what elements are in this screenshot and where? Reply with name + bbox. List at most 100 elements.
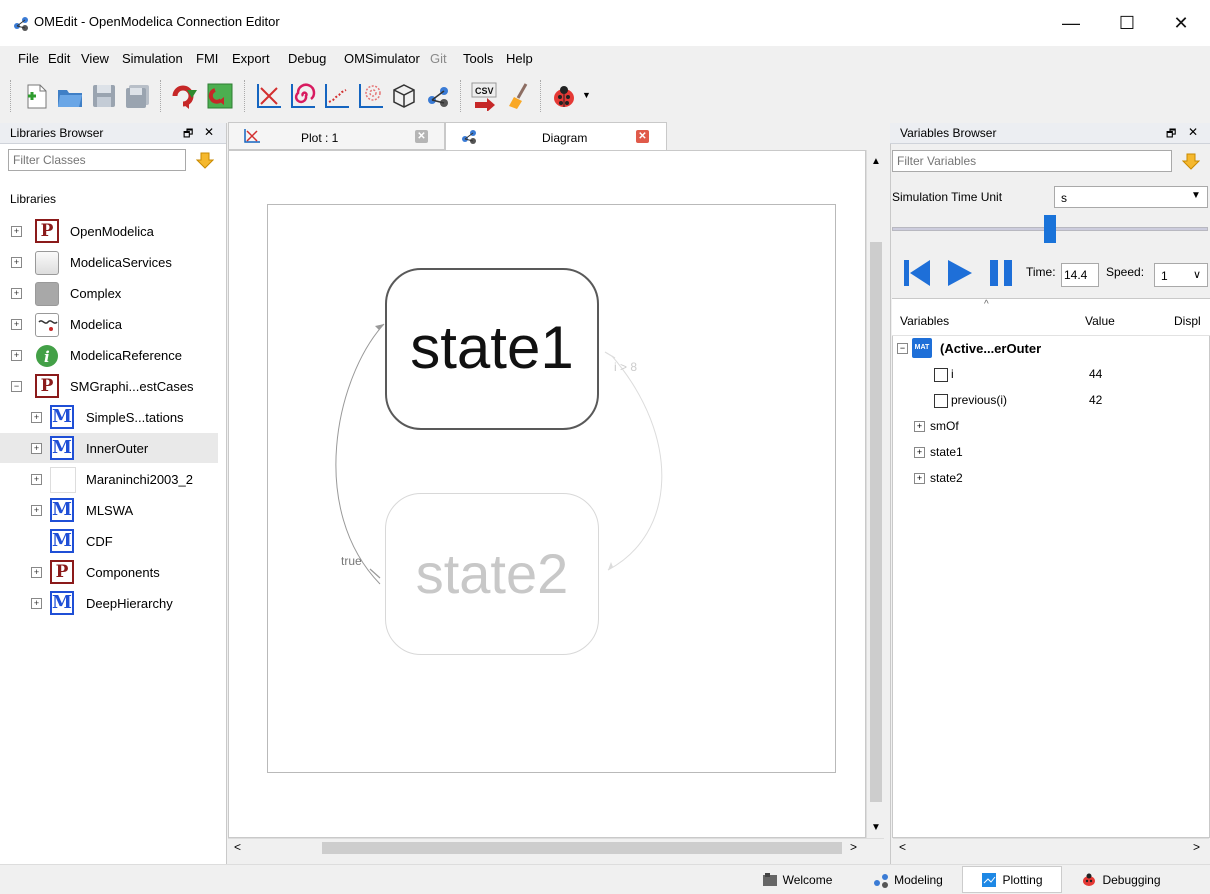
tab-plot-1[interactable]: Plot : 1 ✕ [228,122,445,150]
plot-icon[interactable] [252,80,284,112]
expand-icon[interactable]: + [914,421,925,432]
plot-checkbox[interactable] [934,394,948,408]
menu-help[interactable]: Help [506,51,533,66]
save-all-icon[interactable] [122,80,154,112]
expand-icon[interactable]: + [31,443,42,454]
variable-root[interactable]: − MAT (Active...erOuter [892,336,1210,362]
pause-button[interactable] [988,258,1016,288]
scrollbar-thumb[interactable] [870,242,882,802]
vertical-scrollbar[interactable]: ▲ ▼ [866,150,885,838]
diagram-icon[interactable] [422,80,454,112]
filter-options-icon[interactable] [1182,152,1200,170]
scroll-left-icon[interactable]: < [899,840,906,854]
float-panel-icon[interactable]: 🗗 [1166,125,1176,144]
array-parametric-plot-icon[interactable] [354,80,386,112]
tree-item-modelica[interactable]: + Modelica [0,309,218,339]
expand-icon[interactable]: + [31,598,42,609]
float-panel-icon[interactable]: 🗗 [183,125,193,144]
perspective-modeling[interactable]: Modeling [856,866,960,893]
variable-row-state1[interactable]: + state1 [892,440,1210,466]
scroll-left-icon[interactable]: < [234,840,241,854]
menu-edit[interactable]: Edit [48,51,70,66]
minimize-button[interactable]: — [1048,0,1094,46]
menu-file[interactable]: File [18,51,39,66]
tree-item-modelicaservices[interactable]: + ModelicaServices [0,247,218,277]
scroll-up-icon[interactable]: ▲ [871,156,881,167]
play-button[interactable] [946,258,974,288]
clear-icon[interactable] [504,80,536,112]
filter-options-icon[interactable] [196,151,214,169]
menu-simulation[interactable]: Simulation [122,51,183,66]
collapse-icon[interactable]: − [11,381,22,392]
perspective-debugging[interactable]: Debugging [1064,866,1178,893]
column-display-unit[interactable]: Displ [1174,314,1201,328]
expand-icon[interactable]: + [31,412,42,423]
menu-fmi[interactable]: FMI [196,51,218,66]
tree-item-maraninchi2003-2[interactable]: + Maraninchi2003_2 [0,464,218,494]
expand-icon[interactable]: + [11,226,22,237]
variable-row-state2[interactable]: + state2 [892,466,1210,492]
expand-icon[interactable]: + [914,447,925,458]
expand-icon[interactable]: + [11,288,22,299]
maximize-button[interactable]: ☐ [1104,0,1150,46]
menu-debug[interactable]: Debug [288,51,326,66]
menu-tools[interactable]: Tools [463,51,493,66]
scroll-down-icon[interactable]: ▼ [871,822,881,833]
menu-view[interactable]: View [81,51,109,66]
tree-item-deephierarchy[interactable]: + M DeepHierarchy [0,588,218,618]
open-folder-icon[interactable] [54,80,86,112]
tree-item-simplestations[interactable]: + M SimpleS...tations [0,402,218,432]
collapse-icon[interactable]: − [897,343,908,354]
menu-omsimulator[interactable]: OMSimulator [344,51,420,66]
time-input[interactable]: 14.4 [1061,263,1099,287]
parametric-plot-icon[interactable] [286,80,318,112]
tree-item-cdf[interactable]: M CDF [0,526,218,556]
tree-item-smgraphicaltestcases[interactable]: − P SMGraphi...estCases [0,371,218,401]
variables-horizontal-scrollbar[interactable]: < > [893,838,1209,857]
expand-icon[interactable]: + [31,567,42,578]
scroll-right-icon[interactable]: > [1193,840,1200,854]
slider-handle[interactable] [1044,215,1056,243]
simulate-icon[interactable] [204,80,236,112]
variable-row-i[interactable]: i 44 [892,362,1210,388]
horizontal-scrollbar[interactable]: < > [228,838,884,857]
speed-select[interactable]: 1 ∨ [1154,263,1208,287]
debugger-icon[interactable] [548,80,580,112]
perspective-plotting[interactable]: Plotting [962,866,1062,893]
tree-item-complex[interactable]: + Complex [0,278,218,308]
filter-classes-input[interactable] [8,149,186,171]
column-value[interactable]: Value [1085,314,1115,328]
close-tab-icon[interactable]: ✕ [636,130,649,143]
perspective-welcome[interactable]: Welcome [742,866,852,893]
scroll-right-icon[interactable]: > [850,840,857,854]
state1-node[interactable]: state1 [385,268,599,430]
plot-checkbox[interactable] [934,368,948,382]
expand-icon[interactable]: + [11,350,22,361]
variable-row-previous-i[interactable]: previous(i) 42 [892,388,1210,414]
time-unit-select[interactable]: s ▼ [1054,186,1208,208]
expand-icon[interactable]: + [914,473,925,484]
expand-icon[interactable]: + [11,319,22,330]
state2-node[interactable]: state2 [385,493,599,655]
scrollbar-thumb[interactable] [322,842,842,854]
close-window-button[interactable]: ✕ [1158,0,1204,46]
save-icon[interactable] [88,80,120,112]
check-model-icon[interactable] [168,80,200,112]
3d-animation-icon[interactable] [388,80,420,112]
export-csv-icon[interactable]: CSV [468,80,500,112]
expand-icon[interactable]: + [31,474,42,485]
close-panel-icon[interactable]: ✕ [1188,125,1198,139]
debugger-dropdown-icon[interactable]: ▼ [582,90,591,100]
time-slider[interactable] [892,215,1208,243]
rewind-button[interactable] [902,258,932,288]
tree-item-mlswa[interactable]: + M MLSWA [0,495,218,525]
tab-diagram[interactable]: Diagram ✕ [445,122,667,150]
tree-item-modelicareference[interactable]: + i ModelicaReference [0,340,218,370]
new-file-icon[interactable] [20,80,52,112]
close-panel-icon[interactable]: ✕ [204,125,214,139]
close-tab-icon[interactable]: ✕ [415,130,428,143]
tree-item-innerouter[interactable]: + M InnerOuter [0,433,218,463]
filter-variables-input[interactable] [892,150,1172,172]
variable-row-smof[interactable]: + smOf [892,414,1210,440]
column-variables[interactable]: Variables [900,314,949,328]
